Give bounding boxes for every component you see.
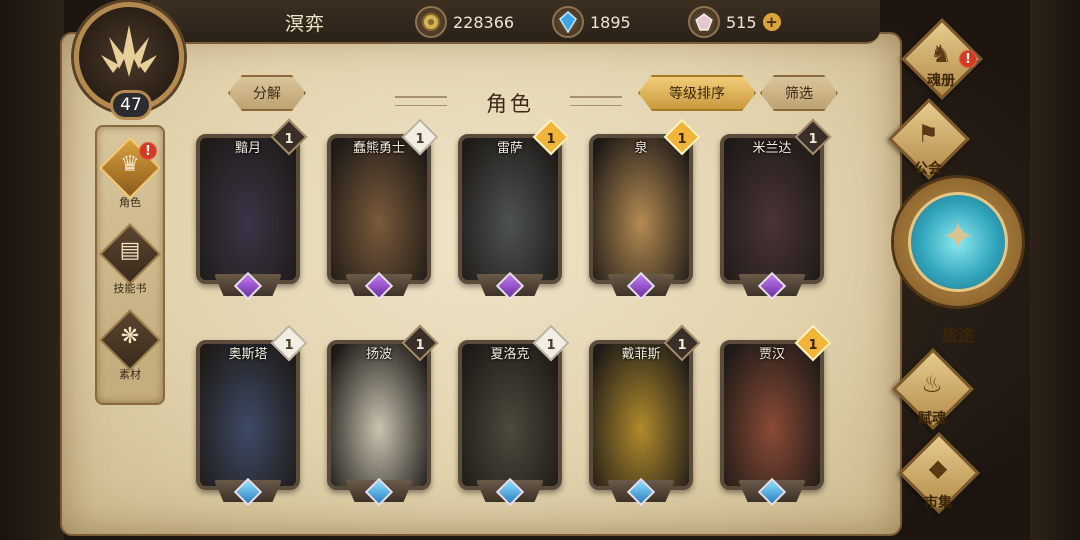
- card-count: 1: [284, 337, 294, 353]
- character-card[interactable]: 夏洛克 1: [458, 324, 570, 510]
- character-art: [593, 344, 689, 486]
- page-title: 角色: [486, 92, 534, 116]
- character-portrait: [720, 340, 824, 490]
- journey-label: 旅途: [941, 326, 974, 345]
- gold-resource: 228366: [415, 6, 514, 38]
- character-card[interactable]: 奥斯塔 1: [196, 324, 308, 510]
- card-count: 1: [677, 131, 687, 147]
- journey-glyph-icon: ✦: [941, 214, 975, 260]
- soulbook-label: 魂册: [927, 73, 955, 89]
- character-card[interactable]: 黯月 1: [196, 118, 308, 304]
- game-screen: 溟弈 228366 1895 515 + 47 ♛ 角色 ! ▤ 技能书 ❋ 素…: [0, 0, 1080, 540]
- character-portrait: [327, 340, 431, 490]
- character-art: [724, 138, 820, 280]
- pink-gem-icon: [688, 6, 720, 38]
- card-count: 1: [808, 131, 818, 147]
- character-card[interactable]: 贾汉 1: [720, 324, 832, 510]
- level-sort-button[interactable]: 等级排序: [638, 75, 756, 111]
- book-glyph-icon: ▤: [119, 238, 141, 263]
- character-card[interactable]: 扬波 1: [327, 324, 439, 510]
- character-portrait: [720, 134, 824, 284]
- character-art: [200, 344, 296, 486]
- character-art: [462, 138, 558, 280]
- character-portrait: [458, 340, 562, 490]
- market-label: 市集: [924, 495, 952, 511]
- character-portrait: [196, 134, 300, 284]
- player-level: 47: [110, 90, 152, 120]
- card-count: 1: [546, 131, 556, 147]
- guild-glyph-icon: ⚑: [917, 120, 939, 148]
- add-gem-button[interactable]: +: [762, 13, 781, 31]
- card-count: 1: [415, 337, 425, 353]
- player-avatar[interactable]: 47: [64, 2, 194, 120]
- gem-resource: 515 +: [688, 6, 781, 38]
- gem-amount: 515: [726, 12, 757, 32]
- character-portrait: [458, 134, 562, 284]
- title-ornament-right: [570, 96, 622, 106]
- gold-amount: 228366: [453, 12, 515, 32]
- alert-badge: !: [139, 142, 157, 160]
- decompose-button[interactable]: 分解: [228, 75, 306, 111]
- card-count: 1: [808, 337, 818, 353]
- right-border: [1030, 0, 1080, 540]
- card-count: 1: [415, 131, 425, 147]
- endow-button[interactable]: ♨ 赋魂: [884, 347, 980, 448]
- character-card[interactable]: 米兰达 1: [720, 118, 832, 304]
- character-art: [462, 344, 558, 486]
- filter-button[interactable]: 筛选: [760, 75, 838, 111]
- character-art: [724, 344, 820, 486]
- card-count: 1: [677, 337, 687, 353]
- material-glyph-icon: ❋: [120, 324, 140, 349]
- journey-button[interactable]: ✦ 旅途: [888, 174, 1028, 345]
- character-art: [200, 138, 296, 280]
- endow-label: 赋魂: [918, 411, 946, 427]
- sidebar-item-label: 技能书: [113, 282, 147, 295]
- card-count: 1: [546, 337, 556, 353]
- character-card[interactable]: 泉1: [589, 118, 701, 304]
- character-portrait: [327, 134, 431, 284]
- gold-coin-icon: [415, 6, 447, 38]
- character-card[interactable]: 戴菲斯 1: [589, 324, 701, 510]
- character-portrait: [589, 340, 693, 490]
- crystal-resource: 1895: [552, 6, 631, 38]
- sidebar-item-character[interactable]: ♛ 角色 !: [98, 136, 162, 212]
- sidebar-item-label: 素材: [119, 368, 141, 381]
- character-art: [331, 344, 427, 486]
- left-border: [0, 0, 64, 540]
- player-name: 溟弈: [285, 13, 326, 35]
- character-art: [331, 138, 427, 280]
- character-portrait: [589, 134, 693, 284]
- soulbook-alert-badge: !: [959, 50, 977, 68]
- endow-glyph-icon: ♨: [921, 370, 943, 398]
- character-art: [593, 138, 689, 280]
- character-card[interactable]: 雷萨 1: [458, 118, 570, 304]
- character-portrait: [196, 340, 300, 490]
- market-glyph-icon: ◆: [928, 454, 948, 482]
- sidebar-item-label: 角色: [119, 196, 141, 209]
- market-button[interactable]: ◆ 市集: [890, 431, 986, 532]
- character-card[interactable]: 蠢熊勇士 1: [327, 118, 439, 304]
- title-ornament-left: [395, 96, 447, 106]
- sidebar-item-material[interactable]: ❋ 素材: [98, 308, 162, 384]
- crystal-amount: 1895: [590, 12, 631, 32]
- card-count: 1: [284, 131, 294, 147]
- blue-crystal-icon: [552, 6, 584, 38]
- sidebar-item-skill-book[interactable]: ▤ 技能书: [98, 222, 162, 298]
